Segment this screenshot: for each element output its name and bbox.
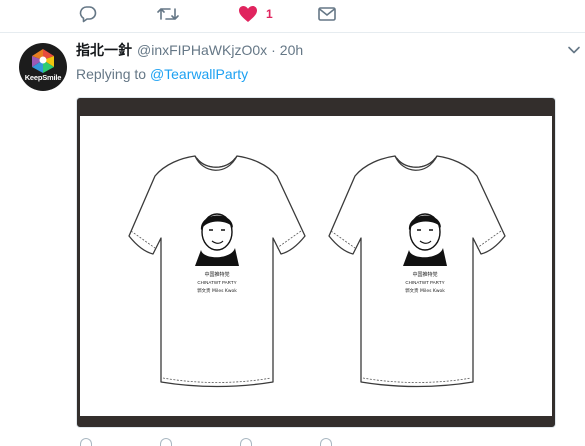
reply-bubble-icon[interactable] bbox=[80, 438, 92, 446]
chevron-down-icon bbox=[568, 46, 580, 54]
left-shirt-caption-en: CHINATWT PARTY bbox=[197, 280, 236, 285]
heart-icon bbox=[238, 5, 258, 23]
timestamp[interactable]: 20h bbox=[280, 42, 303, 58]
t-shirt-image: 中国推特党 CHINATWT PARTY 郭文贵 Miles Kwok 中国推特… bbox=[128, 155, 506, 388]
user-handle[interactable]: @inxFIPHaWKjzO0x bbox=[137, 42, 267, 58]
tweet-header: 指北一針 @inxFIPHaWKjzO0x · 20h bbox=[76, 40, 303, 60]
replying-to-handle-link[interactable]: @TearwallParty bbox=[150, 66, 248, 82]
display-name[interactable]: 指北一針 bbox=[76, 40, 132, 60]
retweet-icon[interactable] bbox=[160, 438, 172, 446]
tweet-actions-partial bbox=[76, 438, 556, 446]
retweet-button[interactable] bbox=[157, 4, 179, 24]
like-count: 1 bbox=[266, 7, 273, 21]
left-shirt-caption-cn: 中国推特党 bbox=[204, 271, 229, 278]
right-t-shirt: 中国推特党 CHINATWT PARTY 郭文贵 Miles Kwok bbox=[328, 155, 506, 388]
left-t-shirt: 中国推特党 CHINATWT PARTY 郭文贵 Miles Kwok bbox=[128, 155, 306, 388]
right-shirt-caption-en: CHINATWT PARTY bbox=[405, 280, 444, 285]
previous-tweet-actions: 1 bbox=[0, 0, 585, 33]
more-options-button[interactable] bbox=[567, 43, 581, 57]
envelope-icon[interactable] bbox=[320, 438, 332, 446]
separator-dot: · bbox=[271, 42, 276, 58]
envelope-icon bbox=[318, 6, 336, 22]
replying-to-prefix: Replying to bbox=[76, 66, 147, 82]
avatar-brand-text: KeepSmile bbox=[24, 73, 62, 82]
tweet-page: 1 KeepSmile 指北一針 @inxFIPHaWKjzO0x · 20h … bbox=[0, 0, 585, 446]
keepsmile-logo-icon bbox=[32, 49, 54, 73]
avatar[interactable]: KeepSmile bbox=[19, 43, 67, 91]
tweet-media-image[interactable]: 中国推特党 CHINATWT PARTY 郭文贵 Miles Kwok 中国推特… bbox=[76, 97, 556, 428]
reply-bubble-icon bbox=[79, 5, 97, 23]
retweet-icon bbox=[157, 5, 179, 23]
reply-button[interactable] bbox=[79, 4, 97, 24]
replying-to: Replying to @TearwallParty bbox=[76, 66, 248, 82]
left-shirt-caption-sub: 郭文贵 Miles Kwok bbox=[197, 287, 237, 294]
right-shirt-caption-sub: 郭文贵 Miles Kwok bbox=[405, 287, 445, 294]
heart-icon[interactable] bbox=[240, 438, 252, 446]
right-shirt-caption-cn: 中国推特党 bbox=[412, 271, 437, 278]
direct-message-button[interactable] bbox=[318, 4, 336, 24]
like-button[interactable]: 1 bbox=[238, 4, 273, 24]
